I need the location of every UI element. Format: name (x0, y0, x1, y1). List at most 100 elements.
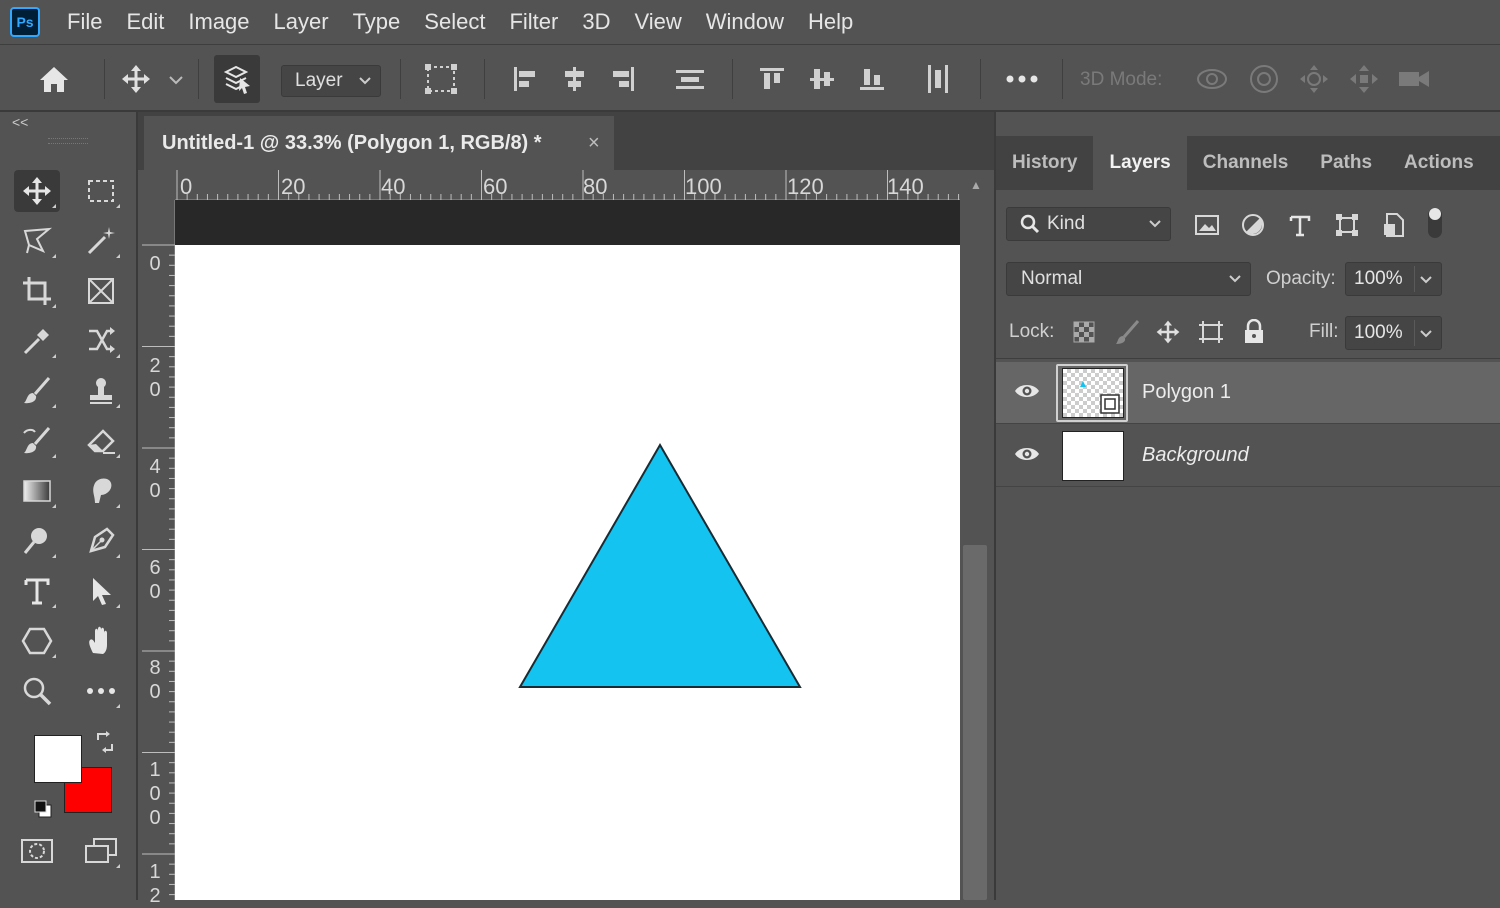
pen-icon[interactable] (78, 520, 124, 562)
align-vertical-center-icon[interactable] (802, 55, 842, 103)
menu-window[interactable]: Window (694, 9, 796, 35)
scrollbar-thumb[interactable] (963, 545, 987, 900)
menu-layer[interactable]: Layer (262, 9, 341, 35)
opacity-field[interactable]: 100% (1345, 262, 1442, 296)
3d-roll-icon[interactable] (1244, 55, 1284, 103)
tab-channels[interactable]: Channels (1187, 136, 1305, 190)
layer-name[interactable]: Background (1142, 444, 1249, 467)
document-tab-bar: Untitled-1 @ 33.3% (Polygon 1, RGB/8) * … (138, 112, 994, 170)
auto-select-target-dropdown[interactable]: Layer (281, 65, 381, 97)
foreground-color-swatch[interactable] (34, 735, 82, 783)
type-icon[interactable] (14, 570, 60, 612)
lock-position-icon[interactable] (1154, 318, 1182, 346)
lasso-icon[interactable] (14, 220, 60, 262)
tab-layers[interactable]: Layers (1093, 136, 1187, 190)
layer-row-polygon-1[interactable]: Polygon 1 (996, 362, 1500, 424)
align-right-icon[interactable] (604, 55, 644, 103)
menu-filter[interactable]: Filter (497, 9, 570, 35)
close-tab-icon[interactable]: × (588, 132, 600, 155)
3d-camera-icon[interactable] (1394, 55, 1438, 103)
polygon-1-shape[interactable] (518, 443, 802, 688)
brush-icon[interactable] (14, 370, 60, 412)
type-layer-filter-icon[interactable] (1286, 211, 1314, 239)
smart-object-filter-icon[interactable] (1380, 211, 1408, 239)
default-colors-icon[interactable] (28, 794, 58, 824)
frame-icon[interactable] (78, 270, 124, 312)
document-canvas[interactable] (175, 245, 960, 900)
fill-field[interactable]: 100% (1345, 316, 1442, 350)
path-selection-icon[interactable] (78, 570, 124, 612)
tab-actions[interactable]: Actions (1388, 136, 1490, 190)
layer-thumbnail-background[interactable] (1062, 431, 1124, 481)
zoom-icon[interactable] (14, 670, 60, 712)
hand-icon[interactable] (78, 620, 124, 662)
3d-orbit-icon[interactable] (1192, 55, 1232, 103)
filter-toggle-switch[interactable] (1428, 208, 1442, 238)
3d-slide-icon[interactable] (1344, 55, 1384, 103)
panel-grip[interactable] (48, 138, 88, 144)
pixel-layer-filter-icon[interactable] (1193, 211, 1221, 239)
layer-thumbnail-polygon[interactable] (1062, 368, 1124, 418)
chevron-down-icon[interactable] (1419, 273, 1433, 287)
home-icon[interactable] (32, 55, 76, 103)
more-options-icon[interactable] (1000, 55, 1044, 103)
adjustment-layer-filter-icon[interactable] (1239, 211, 1267, 239)
collapse-toggle[interactable]: << (12, 114, 28, 130)
magic-wand-icon[interactable] (78, 220, 124, 262)
rectangular-marquee-icon[interactable] (78, 170, 124, 212)
lock-artboard-icon[interactable] (1197, 318, 1225, 346)
eraser-icon[interactable] (78, 420, 124, 462)
menu-view[interactable]: View (622, 9, 693, 35)
align-bottom-icon[interactable] (852, 55, 892, 103)
menu-file[interactable]: File (55, 9, 114, 35)
align-left-icon[interactable] (504, 55, 544, 103)
move-tool-icon[interactable] (14, 170, 60, 212)
blend-mode-dropdown[interactable]: Normal (1006, 262, 1251, 296)
document-tab[interactable]: Untitled-1 @ 33.3% (Polygon 1, RGB/8) * … (144, 116, 614, 170)
ruler-origin[interactable] (142, 170, 175, 200)
separator (484, 59, 485, 99)
move-tool-preset-icon[interactable] (114, 55, 186, 103)
more-tools-icon[interactable] (78, 670, 124, 712)
auto-select-icon[interactable] (214, 55, 260, 103)
spot-healing-icon[interactable] (78, 320, 124, 362)
scroll-up-icon[interactable]: ▲ (970, 178, 982, 192)
smudge-icon[interactable] (78, 470, 124, 512)
lock-all-icon[interactable] (1240, 318, 1268, 346)
quick-mask-icon[interactable] (14, 830, 60, 872)
align-horizontal-center-icon[interactable] (554, 55, 594, 103)
lock-transparency-icon[interactable] (1070, 318, 1098, 346)
distribute-horizontal-icon[interactable] (918, 55, 958, 103)
tab-history[interactable]: History (996, 136, 1093, 190)
layer-name[interactable]: Polygon 1 (1142, 381, 1231, 404)
lock-pixels-brush-icon[interactable] (1113, 318, 1141, 346)
menu-type[interactable]: Type (341, 9, 413, 35)
visibility-eye-icon[interactable] (1013, 445, 1041, 463)
chevron-down-icon[interactable] (1419, 327, 1433, 341)
crop-icon[interactable] (14, 270, 60, 312)
visibility-eye-icon[interactable] (1013, 382, 1041, 400)
menu-image[interactable]: Image (176, 9, 261, 35)
eyedropper-icon[interactable] (14, 320, 60, 362)
horizontal-ruler[interactable]: 0 20 40 60 80 100 120 140 (175, 170, 960, 200)
swap-colors-icon[interactable] (90, 726, 122, 758)
tab-paths[interactable]: Paths (1304, 136, 1388, 190)
menu-edit[interactable]: Edit (114, 9, 176, 35)
history-brush-icon[interactable] (14, 420, 60, 462)
shape-layer-filter-icon[interactable] (1333, 211, 1361, 239)
clone-stamp-icon[interactable] (78, 370, 124, 412)
screen-mode-icon[interactable] (78, 830, 124, 872)
3d-pan-icon[interactable] (1294, 55, 1334, 103)
menu-3d[interactable]: 3D (570, 9, 622, 35)
filter-kind-dropdown[interactable]: Kind (1006, 207, 1171, 241)
menu-select[interactable]: Select (412, 9, 497, 35)
align-top-icon[interactable] (752, 55, 792, 103)
vertical-ruler[interactable]: 0 2 0 4 0 6 0 8 0 1 0 0 1 2 (142, 200, 175, 907)
layer-row-background[interactable]: Background (996, 425, 1500, 487)
menu-help[interactable]: Help (796, 9, 865, 35)
distribute-vertical-icon[interactable] (670, 55, 710, 103)
show-transform-controls-icon[interactable] (418, 55, 464, 103)
polygon-shape-icon[interactable] (14, 620, 60, 662)
gradient-icon[interactable] (14, 470, 60, 512)
dodge-icon[interactable] (14, 520, 60, 562)
